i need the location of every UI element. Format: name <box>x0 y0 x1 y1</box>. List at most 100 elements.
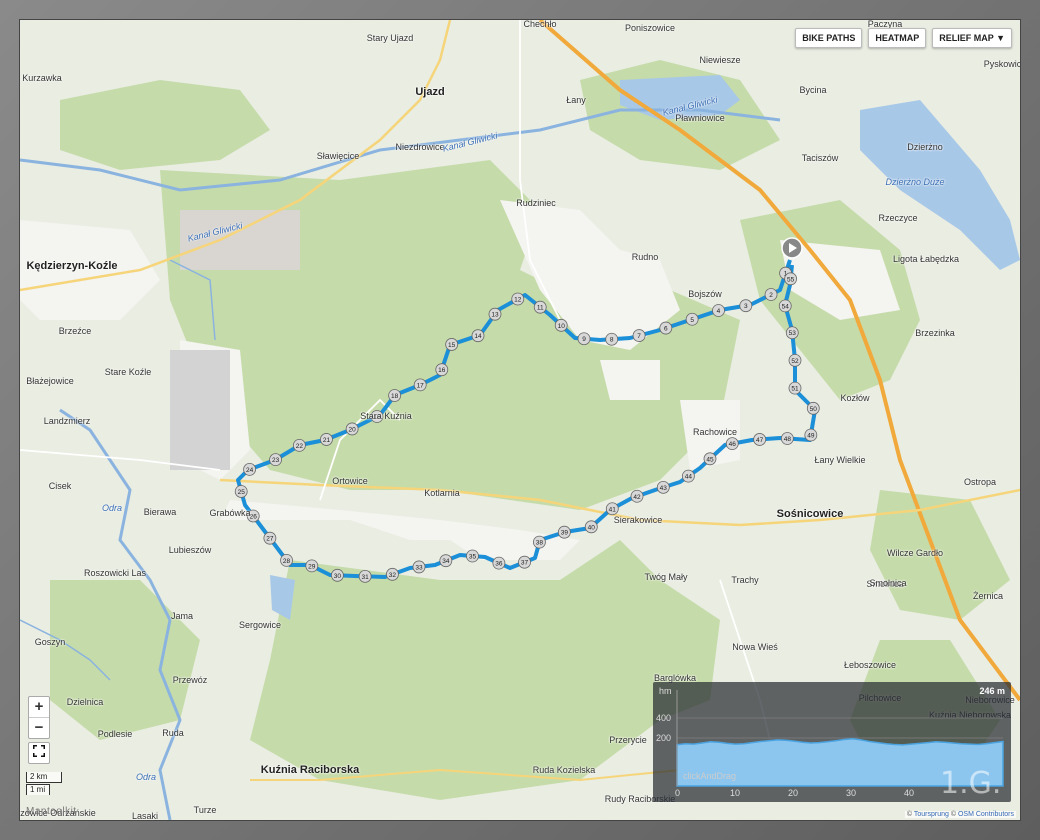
bike-paths-button[interactable]: BIKE PATHS <box>795 28 863 48</box>
route-marker[interactable]: 54 <box>778 299 792 313</box>
place-label: Grabówka <box>209 508 251 518</box>
route-marker[interactable]: 21 <box>320 433 333 446</box>
route-marker-label: 41 <box>609 506 617 513</box>
route-marker[interactable]: 40 <box>584 520 598 534</box>
expand-icon <box>33 745 45 757</box>
route-marker[interactable]: 35 <box>466 549 479 563</box>
route-marker[interactable]: 27 <box>263 531 277 545</box>
route-marker-label: 27 <box>266 536 274 543</box>
route-marker[interactable]: 2 <box>764 288 778 301</box>
route-marker[interactable]: 51 <box>788 381 802 395</box>
route-marker[interactable]: 44 <box>681 469 695 483</box>
place-label: Przerycie <box>609 735 647 745</box>
route-marker[interactable]: 7 <box>632 329 646 342</box>
route-marker[interactable]: 6 <box>659 321 673 335</box>
route-marker-label: 38 <box>536 540 544 547</box>
relief-map-dropdown[interactable]: RELIEF MAP ▼ <box>932 28 1012 48</box>
zoom-in-button[interactable]: + <box>29 697 49 717</box>
route-marker[interactable]: 3 <box>739 299 753 313</box>
route-marker-label: 24 <box>246 467 254 474</box>
start-marker[interactable] <box>781 237 803 259</box>
route-marker[interactable]: 46 <box>725 437 739 451</box>
elev-ytick-400: 400 <box>656 713 672 723</box>
route-marker[interactable]: 16 <box>435 363 449 377</box>
route-marker[interactable]: 37 <box>518 555 531 569</box>
heatmap-button[interactable]: HEATMAP <box>868 28 927 48</box>
route-marker[interactable]: 43 <box>656 480 670 494</box>
place-label: Ortowice <box>332 476 368 486</box>
fullscreen-button[interactable] <box>28 742 50 764</box>
route-marker-label: 26 <box>250 513 258 520</box>
route-marker[interactable]: 38 <box>533 535 546 549</box>
zoom-out-button[interactable]: − <box>29 717 49 738</box>
route-marker-label: 54 <box>782 303 790 310</box>
route-marker-label: 50 <box>810 406 818 413</box>
route-marker[interactable]: 22 <box>292 438 306 452</box>
route-marker[interactable]: 20 <box>345 422 359 436</box>
elev-max: 246 m <box>979 686 1005 696</box>
place-label: Kozłów <box>840 393 870 403</box>
route-marker[interactable]: 28 <box>280 553 293 567</box>
route-marker[interactable]: 31 <box>358 569 372 583</box>
route-marker[interactable]: 4 <box>712 304 725 317</box>
osm-link[interactable]: OSM Contributors <box>958 811 1014 818</box>
route-marker[interactable]: 25 <box>234 485 248 498</box>
route-marker[interactable]: 49 <box>804 428 818 442</box>
route-marker-label: 12 <box>514 297 522 304</box>
maptoolkit-logo[interactable]: Maptoolkit <box>26 806 77 817</box>
route-marker[interactable]: 5 <box>685 312 699 326</box>
place-label: Bycina <box>799 85 827 95</box>
place-label: Twóg Mały <box>644 572 688 582</box>
water-label: Dzierżno Duże <box>885 177 945 187</box>
route-marker-label: 53 <box>789 330 797 337</box>
route-marker[interactable]: 29 <box>305 559 319 573</box>
place-label: Wilcze Gardło <box>886 548 944 558</box>
place-label: Nowa Wieś <box>732 642 778 652</box>
route-marker[interactable]: 52 <box>788 353 802 367</box>
route-marker[interactable]: 17 <box>413 378 427 392</box>
route-marker[interactable]: 39 <box>557 525 571 539</box>
route-marker[interactable]: 33 <box>412 560 426 574</box>
route-marker-label: 39 <box>561 530 569 537</box>
route-marker[interactable]: 13 <box>488 307 502 321</box>
route-marker-label: 46 <box>729 441 737 448</box>
route-marker[interactable]: 36 <box>492 556 506 570</box>
place-label: Bojszów <box>688 289 722 299</box>
place-label: Łany Wielkie <box>814 455 866 465</box>
route-marker-label: 20 <box>349 426 357 433</box>
place-label: Niezdrowice <box>395 142 445 152</box>
route-marker[interactable]: 34 <box>439 554 453 568</box>
map-canvas[interactable]: 1 2 3 4 5 6 7 8 9 10 11 12 13 14 15 16 17 18 19 20 21 22 23 24 2… <box>20 20 1020 820</box>
route-marker[interactable]: 47 <box>753 433 767 446</box>
route-marker[interactable]: 48 <box>780 432 794 445</box>
route-marker-label: 25 <box>238 489 246 496</box>
route-marker[interactable]: 23 <box>269 453 282 467</box>
toursprung-link[interactable]: Toursprung <box>914 811 949 818</box>
route-marker[interactable]: 53 <box>785 326 799 340</box>
place-label: Dzielnica <box>66 697 104 707</box>
route-marker[interactable]: 18 <box>388 389 402 402</box>
route-marker[interactable]: 45 <box>703 452 717 466</box>
place-label: Sośnicowice <box>776 508 844 520</box>
route-marker[interactable]: 8 <box>605 332 619 346</box>
route-marker[interactable]: 42 <box>630 489 644 503</box>
route-marker[interactable]: 9 <box>577 332 591 346</box>
railyard <box>170 350 230 470</box>
place-label: Łeboszowice <box>843 660 897 670</box>
route-marker[interactable]: 55 <box>784 272 798 286</box>
route-marker[interactable]: 32 <box>386 567 399 581</box>
route-marker-label: 44 <box>685 474 693 481</box>
route-marker[interactable]: 14 <box>471 329 485 343</box>
place-label: Roszowicki Las <box>83 568 147 578</box>
route-marker[interactable]: 50 <box>806 401 820 415</box>
place-label: Stare Koźle <box>104 367 152 377</box>
route-marker-label: 35 <box>469 553 477 560</box>
route-marker[interactable]: 41 <box>605 502 619 516</box>
route-marker[interactable]: 24 <box>243 463 257 476</box>
route-marker[interactable]: 12 <box>511 292 525 306</box>
route-marker[interactable]: 11 <box>533 300 547 314</box>
route-marker[interactable]: 30 <box>330 568 344 582</box>
route-marker[interactable]: 10 <box>554 318 568 332</box>
route-marker-label: 42 <box>633 494 641 501</box>
route-marker[interactable]: 15 <box>445 338 459 351</box>
